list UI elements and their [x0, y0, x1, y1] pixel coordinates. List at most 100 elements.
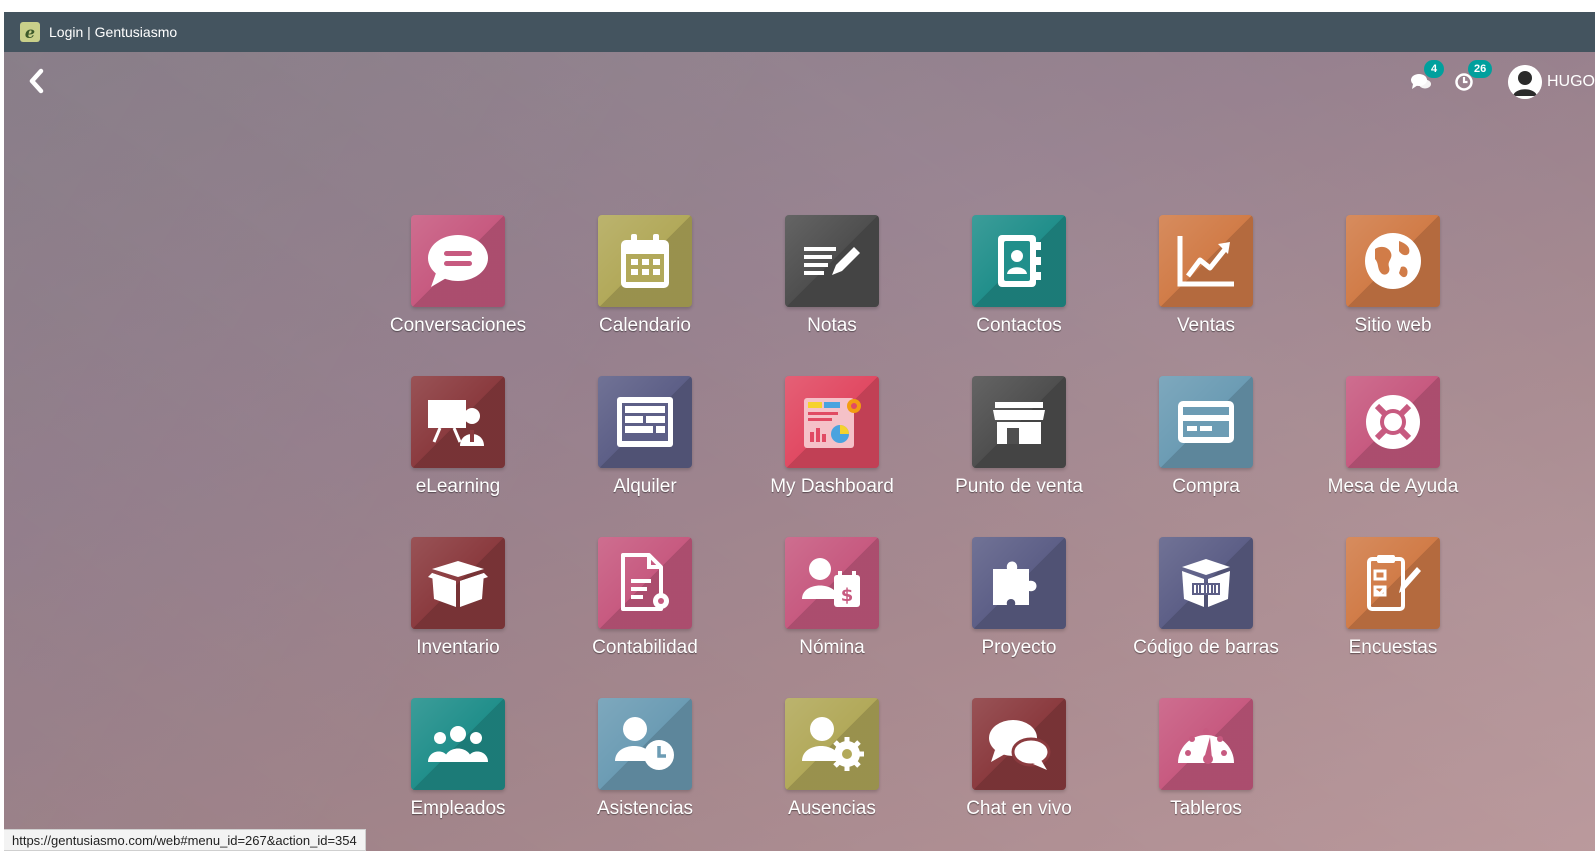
- user-menu[interactable]: HUGO: [1508, 65, 1595, 99]
- systray: 4 26 HUGO: [1410, 60, 1595, 100]
- app-label: Notas: [807, 315, 857, 336]
- app-tile: [972, 376, 1066, 468]
- app-chat-en-vivo[interactable]: Chat en vivo: [935, 698, 1103, 838]
- app-compra[interactable]: Compra: [1122, 376, 1290, 516]
- app-tile: [598, 537, 692, 629]
- app-label: Nómina: [799, 637, 865, 658]
- svg-text:$: $: [841, 585, 854, 606]
- box-icon: [428, 561, 488, 607]
- activities-count-badge: 26: [1468, 60, 1493, 78]
- app-label: Conversaciones: [389, 315, 527, 336]
- presentation-icon: [428, 400, 484, 446]
- notes-icon: [804, 247, 860, 275]
- gauge-icon: [1178, 728, 1234, 764]
- status-url: https://gentusiasmo.com/web#menu_id=267&…: [12, 832, 357, 848]
- app-label: Chat en vivo: [966, 798, 1072, 819]
- site-favicon-icon: e: [20, 22, 40, 42]
- app-label: eLearning: [415, 476, 501, 497]
- app-label: Contactos: [976, 315, 1062, 336]
- app-label: Compra: [1172, 476, 1240, 497]
- people-icon: [428, 726, 488, 762]
- app-ventas[interactable]: Ventas: [1122, 215, 1290, 355]
- app-label: Asistencias: [596, 798, 694, 819]
- app-tile: [1346, 376, 1440, 468]
- app-alquiler[interactable]: Alquiler: [561, 376, 729, 516]
- window-title: Login | Gentusiasmo: [49, 24, 178, 40]
- app-tile: [1159, 376, 1253, 468]
- app-tile: [1159, 698, 1253, 790]
- app-label: Inventario: [416, 637, 500, 658]
- credit-card-icon: [1178, 401, 1234, 443]
- user-name: HUGO: [1547, 73, 1595, 90]
- app-label: Sitio web: [1354, 315, 1432, 336]
- app-label: Tableros: [1170, 798, 1242, 819]
- app-nomina[interactable]: $ Nómina: [748, 537, 916, 677]
- app-label: Proyecto: [981, 637, 1057, 658]
- app-tile: [785, 698, 879, 790]
- app-label: Código de barras: [1133, 637, 1279, 658]
- calendar-icon: [621, 234, 669, 288]
- window-titlebar: e Login | Gentusiasmo: [4, 12, 1595, 52]
- app-conversaciones[interactable]: Conversaciones: [374, 215, 542, 355]
- back-button[interactable]: [22, 67, 50, 95]
- dashboard-icon: [804, 398, 861, 448]
- attendance-icon: [615, 717, 674, 770]
- store-icon: [993, 402, 1045, 444]
- activities-menu[interactable]: 26: [1454, 60, 1493, 92]
- app-tile: [411, 376, 505, 468]
- app-empleados[interactable]: Empleados: [374, 698, 542, 838]
- app-label: Encuestas: [1348, 637, 1438, 658]
- app-tile: [1159, 215, 1253, 307]
- app-contactos[interactable]: Contactos: [935, 215, 1103, 355]
- leave-icon: [802, 717, 864, 771]
- app-mesa-de-ayuda[interactable]: Mesa de Ayuda: [1309, 376, 1477, 516]
- app-encuestas[interactable]: Encuestas: [1309, 537, 1477, 677]
- app-proyecto[interactable]: Proyecto: [935, 537, 1103, 677]
- survey-icon: [1367, 555, 1421, 611]
- link-status-bar: https://gentusiasmo.com/web#menu_id=267&…: [4, 829, 366, 851]
- app-tile: [411, 215, 505, 307]
- bottom-margin: [0, 851, 1595, 863]
- app-label: Alquiler: [613, 476, 677, 497]
- app-codigo-de-barras[interactable]: Código de barras: [1122, 537, 1290, 677]
- app-ausencias[interactable]: Ausencias: [748, 698, 916, 838]
- accounting-document-icon: [621, 553, 669, 611]
- app-punto-de-venta[interactable]: Punto de venta: [935, 376, 1103, 516]
- puzzle-icon: [993, 561, 1037, 605]
- live-chat-icon: [989, 720, 1051, 770]
- chevron-left-icon: [29, 68, 44, 94]
- messages-menu[interactable]: 4: [1410, 60, 1444, 92]
- app-tile: [972, 698, 1066, 790]
- app-tile: [411, 698, 505, 790]
- app-label: Ventas: [1176, 315, 1236, 336]
- app-tile: $: [785, 537, 879, 629]
- app-sitio-web[interactable]: Sitio web: [1309, 215, 1477, 355]
- user-avatar-icon: [1508, 65, 1542, 99]
- app-my-dashboard[interactable]: My Dashboard: [748, 376, 916, 516]
- home-menu: 4 26 HUGO Conversaciones Calendario Nota…: [4, 52, 1595, 863]
- app-label: Empleados: [410, 798, 506, 819]
- app-tile: [785, 376, 879, 468]
- app-label: Mesa de Ayuda: [1327, 476, 1459, 497]
- app-tableros[interactable]: Tableros: [1122, 698, 1290, 838]
- sales-chart-icon: [1177, 236, 1234, 287]
- app-tile: [598, 376, 692, 468]
- app-tile: [972, 537, 1066, 629]
- address-book-icon: [998, 235, 1041, 287]
- app-tile: [785, 215, 879, 307]
- app-label: Punto de venta: [955, 476, 1083, 497]
- app-asistencias[interactable]: Asistencias: [561, 698, 729, 838]
- payroll-icon: $: [802, 558, 860, 607]
- app-notas[interactable]: Notas: [748, 215, 916, 355]
- app-calendario[interactable]: Calendario: [561, 215, 729, 355]
- app-contabilidad[interactable]: Contabilidad: [561, 537, 729, 677]
- app-elearning[interactable]: eLearning: [374, 376, 542, 516]
- app-tile: [411, 537, 505, 629]
- app-label: Calendario: [599, 315, 691, 336]
- app-inventario[interactable]: Inventario: [374, 537, 542, 677]
- browser-window: e Login | Gentusiasmo 4 26 HUGO Conversa…: [4, 12, 1595, 863]
- globe-icon: [1365, 233, 1421, 289]
- app-tile: [598, 215, 692, 307]
- app-tile: [972, 215, 1066, 307]
- messages-count-badge: 4: [1424, 60, 1444, 78]
